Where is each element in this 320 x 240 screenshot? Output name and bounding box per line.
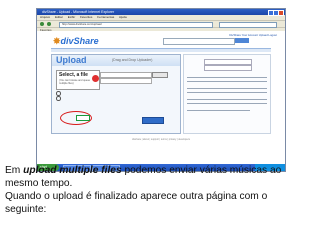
address-bar: http://www.divshare.com/upload [37, 20, 285, 28]
upload-panel: Upload (Drag and Drop Uploader) Select, … [51, 54, 181, 134]
address-input[interactable]: http://www.divshare.com/upload [59, 22, 213, 28]
caption-emphasis: upload multiple files [23, 165, 122, 176]
upload-title: Upload [56, 55, 87, 65]
info-text-line [187, 110, 250, 112]
star-icon: ✸ [53, 36, 61, 46]
logo-prefix: div [60, 36, 74, 46]
info-text-line [187, 77, 267, 79]
browse-button[interactable] [152, 72, 168, 78]
caption-line2: mesmo tempo. [5, 178, 73, 189]
info-text-line [187, 99, 267, 101]
add-file-button[interactable] [92, 75, 99, 82]
info-text-line [187, 103, 267, 105]
info-text-line [187, 88, 267, 90]
caption-prefix: Em [5, 165, 24, 176]
menu-item-view[interactable]: Exibir [68, 15, 76, 19]
browser-screenshot: divShare - Upload - Microsoft Internet E… [36, 8, 286, 172]
menu-item-file[interactable]: Arquivo [40, 15, 50, 19]
logo-suffix: Share [73, 36, 99, 46]
user-links[interactable]: DivShare Your Account Upload Logout [229, 33, 277, 37]
search-input[interactable] [219, 22, 277, 28]
file-input-2[interactable] [100, 78, 152, 84]
site-footer[interactable]: divshare | about | support | terms | pri… [57, 138, 265, 141]
upload-info-panel [183, 54, 271, 134]
menu-item-favorites[interactable]: Favoritos [80, 15, 92, 19]
caption-text: Em upload multiple files podemos enviar … [5, 164, 317, 216]
menu-item-tools[interactable]: Ferramentas [97, 15, 114, 19]
radio-option-2[interactable] [56, 96, 62, 102]
site-search-input[interactable] [163, 38, 235, 45]
upload-subtitle[interactable]: (Drag and Drop Uploader) [112, 58, 152, 62]
window-title: divShare - Upload - Microsoft Internet E… [42, 10, 115, 14]
multiple-files-option[interactable] [76, 115, 90, 121]
web-page: DivShare Your Account Upload Logout ✸div… [37, 31, 285, 164]
info-field-2[interactable] [204, 65, 252, 71]
window-titlebar: divShare - Upload - Microsoft Internet E… [37, 9, 285, 16]
site-search-button[interactable] [235, 38, 249, 43]
minimize-icon[interactable] [268, 10, 274, 16]
forward-icon[interactable] [47, 22, 51, 26]
upload-header: Upload (Drag and Drop Uploader) [52, 55, 180, 66]
caption-line3: Quando o upload é finalizado aparece out… [5, 191, 268, 202]
site-nav-strip [51, 48, 271, 52]
info-text-line [187, 81, 267, 83]
site-logo[interactable]: ✸divShare [53, 36, 99, 47]
menu-item-help[interactable]: Ajuda [119, 15, 127, 19]
caption-line4: seguinte: [5, 204, 47, 215]
menu-item-edit[interactable]: Editar [55, 15, 63, 19]
back-icon[interactable] [40, 22, 44, 26]
caption-line1-rest: podemos enviar várias músicas ao [121, 165, 282, 176]
info-text-line [187, 92, 267, 94]
upload-button[interactable] [142, 117, 164, 124]
